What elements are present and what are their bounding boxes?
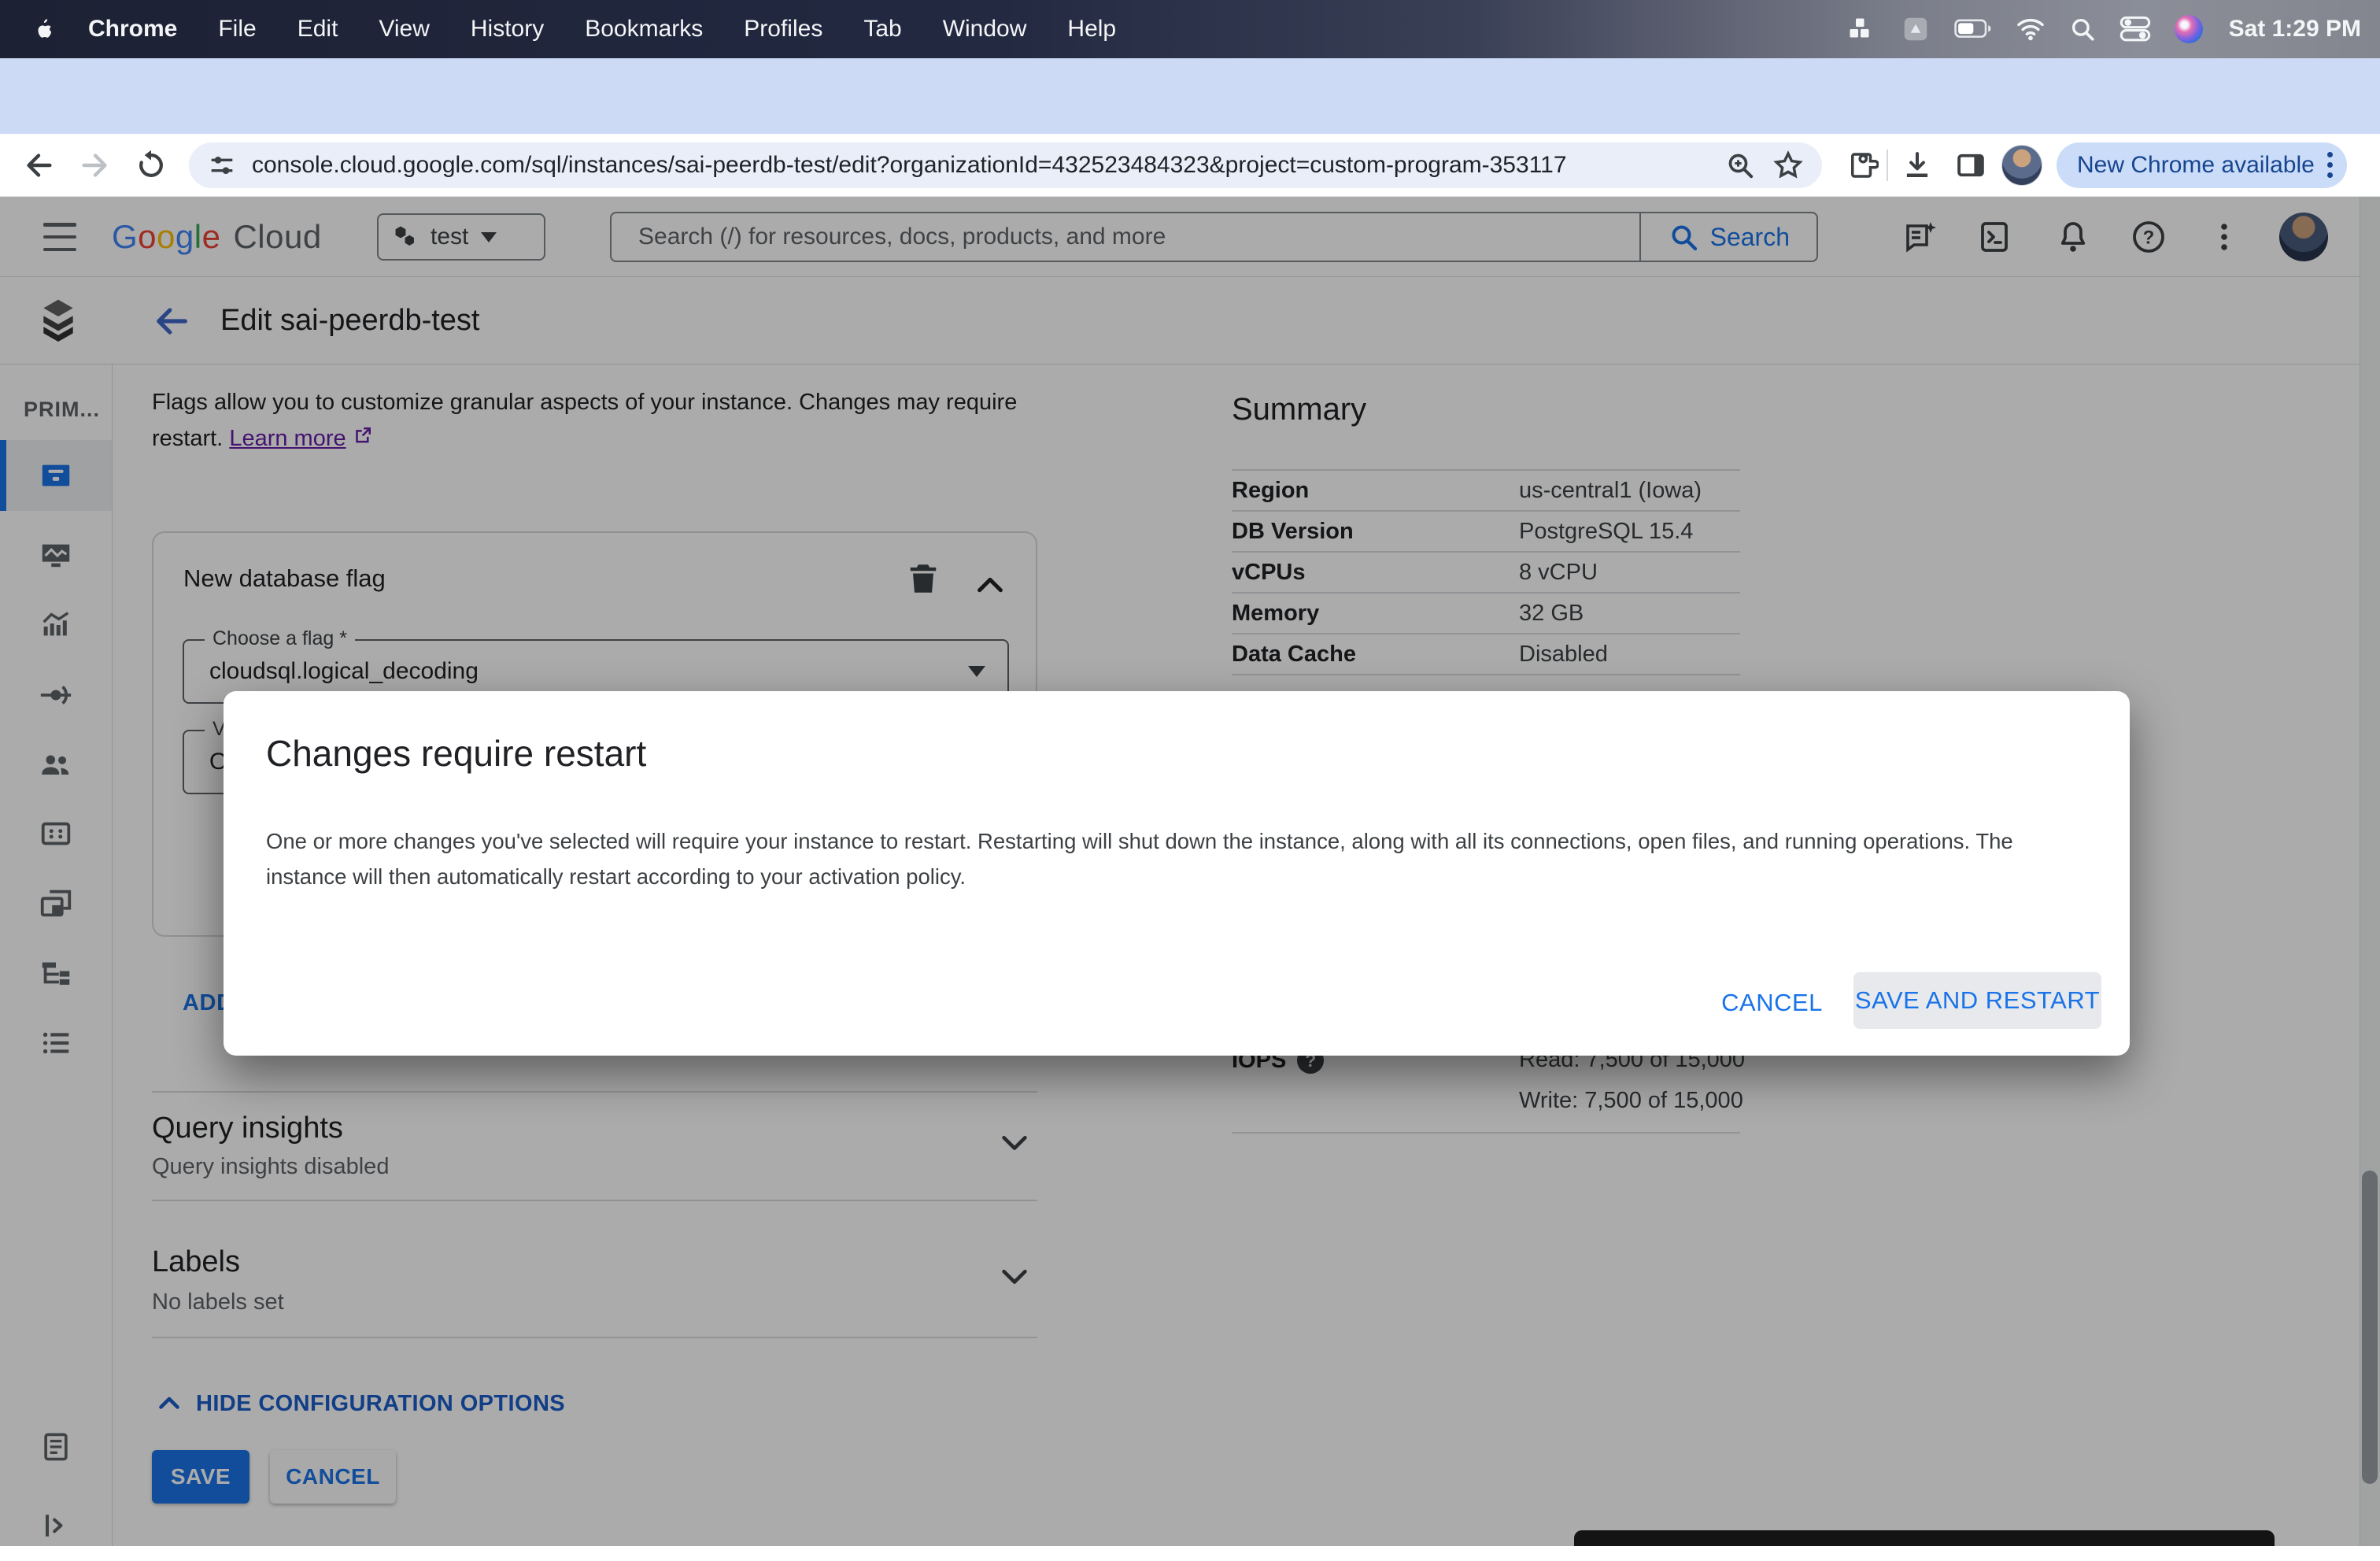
menubar-item-file[interactable]: File bbox=[198, 16, 276, 43]
toolbar-divider bbox=[1887, 149, 1888, 181]
extensions-icon[interactable] bbox=[1846, 149, 1879, 182]
menubar-item-chrome[interactable]: Chrome bbox=[68, 16, 198, 43]
dialog-body: One or more changes you've selected will… bbox=[266, 829, 2013, 889]
dialog-cancel-button[interactable]: CANCEL bbox=[1721, 978, 1822, 1027]
new-chrome-available-button[interactable]: New Chrome available bbox=[2057, 142, 2347, 188]
menubar-item-edit[interactable]: Edit bbox=[277, 16, 359, 43]
apple-menu-icon[interactable] bbox=[30, 13, 57, 45]
wifi-icon[interactable] bbox=[2016, 17, 2046, 42]
control-center-icon[interactable] bbox=[2119, 16, 2151, 43]
menubar-item-view[interactable]: View bbox=[358, 16, 449, 43]
menubar-item-profiles[interactable]: Profiles bbox=[723, 16, 843, 43]
chrome-profile-avatar[interactable] bbox=[2001, 144, 2042, 186]
chrome-toolbar: console.cloud.google.com/sql/instances/s… bbox=[0, 134, 2380, 197]
chrome-tabstrip: M Inbox (5 ✕ P Confere ✕ P Peerdb ( ✕ DA… bbox=[0, 58, 2380, 192]
menubar-item-tab[interactable]: Tab bbox=[843, 16, 922, 43]
app-status-icon[interactable] bbox=[1901, 14, 1931, 44]
address-bar[interactable]: console.cloud.google.com/sql/instances/s… bbox=[189, 142, 1822, 188]
menubar-item-history[interactable]: History bbox=[450, 16, 564, 43]
chrome-menu-icon[interactable] bbox=[2326, 152, 2333, 178]
url-text[interactable]: console.cloud.google.com/sql/instances/s… bbox=[252, 152, 1715, 179]
zoom-icon[interactable] bbox=[1724, 150, 1756, 181]
side-panel-icon[interactable] bbox=[1954, 149, 1987, 182]
menubar-clock[interactable]: Sat 1:29 PM bbox=[2229, 16, 2361, 43]
changes-require-restart-dialog: Changes require restart One or more chan… bbox=[224, 691, 2130, 1056]
save-and-restart-button[interactable]: SAVE AND RESTART bbox=[1853, 972, 2101, 1029]
macos-menubar: Chrome File Edit View History Bookmarks … bbox=[0, 0, 2380, 58]
gcp-console-page: Google Cloud test Search (/) for resourc… bbox=[0, 197, 2380, 1546]
menubar-item-bookmarks[interactable]: Bookmarks bbox=[564, 16, 723, 43]
siri-icon[interactable] bbox=[2174, 15, 2203, 43]
stage-manager-icon[interactable] bbox=[1849, 15, 1877, 43]
reload-button[interactable] bbox=[134, 148, 168, 183]
menubar-item-window[interactable]: Window bbox=[922, 16, 1048, 43]
download-icon[interactable] bbox=[1901, 149, 1934, 182]
forward-button[interactable] bbox=[77, 147, 113, 183]
back-button[interactable] bbox=[20, 147, 57, 183]
battery-icon[interactable] bbox=[1953, 19, 1992, 39]
bookmark-star-icon[interactable] bbox=[1772, 149, 1805, 182]
site-settings-icon[interactable] bbox=[206, 150, 238, 181]
menubar-item-help[interactable]: Help bbox=[1047, 16, 1136, 43]
new-chrome-label: New Chrome available bbox=[2077, 151, 2315, 178]
dialog-title: Changes require restart bbox=[266, 733, 647, 774]
spotlight-search-icon[interactable] bbox=[2069, 16, 2096, 43]
